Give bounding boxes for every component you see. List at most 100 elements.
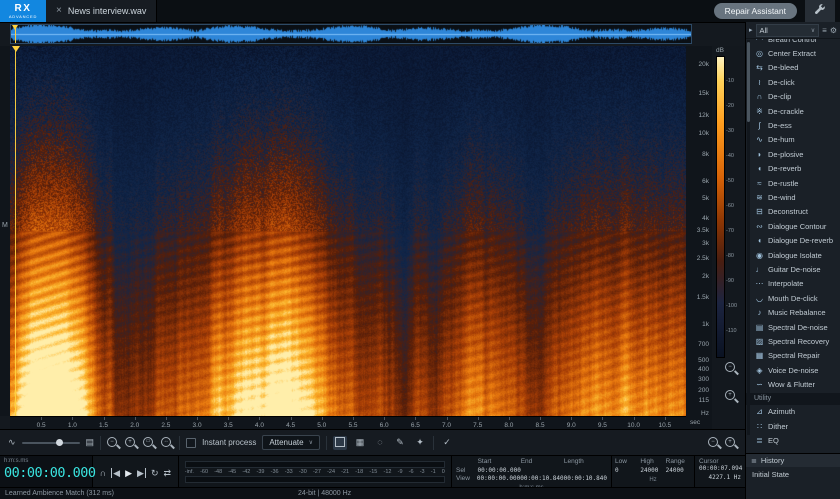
module-settings-icon[interactable]: ⚙	[830, 26, 837, 35]
spectrogram-canvas[interactable]	[10, 46, 686, 416]
playhead-line[interactable]	[15, 46, 16, 416]
meter-tick-label: -12	[384, 469, 392, 475]
module-item-label: Voice De-noise	[768, 366, 818, 375]
module-item-de-bleed[interactable]: ⇆De-bleed	[752, 61, 840, 75]
module-item-dialogue-isolate[interactable]: ◉Dialogue Isolate	[752, 248, 840, 262]
time-tick	[509, 417, 510, 420]
divider	[433, 436, 434, 450]
module-item-de-clip[interactable]: ∩De-clip	[752, 90, 840, 104]
module-item-de-hum[interactable]: ∿De-hum	[752, 133, 840, 147]
preview-arrow-icon[interactable]: ▸	[749, 26, 753, 34]
module-item-dialogue-contour[interactable]: ∾Dialogue Contour	[752, 219, 840, 233]
transport-play-button[interactable]: ▶	[124, 464, 133, 479]
module-item-breath-control[interactable]: ◠Breath Control	[752, 39, 840, 46]
vertical-zoom-out-button[interactable]: −	[725, 362, 737, 374]
module-item-de-plosive[interactable]: ◗De-plosive	[752, 147, 840, 161]
spectrogram-view[interactable]	[10, 46, 686, 416]
db-tick-label: -40	[726, 153, 734, 159]
divider	[326, 436, 327, 450]
dither-icon: ∷	[755, 422, 764, 431]
transport-skip-to-end-button[interactable]: ▶	[136, 464, 147, 479]
tab-close-icon[interactable]: ×	[56, 6, 62, 16]
lasso-selection-tool[interactable]: ◌	[373, 436, 387, 450]
process-mode-dropdown[interactable]: Attenuate ∨	[262, 435, 320, 450]
apply-check-button[interactable]: ✓	[440, 436, 454, 450]
horizontal-zoom-out-button[interactable]: −	[708, 437, 720, 449]
vertical-zoom-in-button[interactable]: +	[725, 390, 737, 402]
module-item-center-extract[interactable]: ◎Center Extract	[752, 46, 840, 60]
toolbar: ∿ ▤ − + ▭ ↔ Instant process Attenuate ∨ …	[0, 429, 745, 455]
time-label: 0.5	[31, 422, 51, 429]
history-header[interactable]: ≣ History	[746, 454, 840, 467]
module-item-de-reverb[interactable]: ◖De-reverb	[752, 162, 840, 176]
transport-monitor-button[interactable]: ∩	[99, 464, 107, 479]
file-tab[interactable]: × News interview.wav	[46, 0, 157, 22]
module-item-label: Breath Control	[768, 39, 816, 44]
meter-tick-label: -15	[369, 469, 377, 475]
module-item-deconstruct[interactable]: ⊟Deconstruct	[752, 205, 840, 219]
module-list-icon[interactable]: ≡	[822, 26, 827, 35]
transport-link-button[interactable]: ⇄	[162, 464, 172, 479]
time-ruler[interactable]: 0.51.01.52.02.53.03.54.04.55.05.56.06.57…	[10, 416, 686, 430]
repair-assistant-button[interactable]: Repair Assistant	[714, 3, 797, 19]
overview-playhead-marker-icon	[12, 25, 18, 33]
time-tick	[166, 417, 167, 420]
freq-label: 500	[698, 357, 709, 364]
time-label: 9.0	[561, 422, 581, 429]
module-item-de-wind[interactable]: ≋De-wind	[752, 190, 840, 204]
module-item-mouth-de-click[interactable]: ◡Mouth De-click	[752, 291, 840, 305]
magic-wand-tool[interactable]: ✦	[413, 436, 427, 450]
slider-thumb[interactable]	[56, 439, 63, 446]
module-item-azimuth[interactable]: ⊿Azimuth	[752, 405, 840, 419]
amplitude-colorbar[interactable]: dB -10-20-30-40-50-60-70-80-90-100-110 −…	[712, 46, 745, 429]
module-item-de-click[interactable]: ≀De-click	[752, 75, 840, 89]
overview-waveform[interactable]	[10, 24, 692, 44]
history-item[interactable]: Initial State	[746, 467, 840, 482]
zoom-selection-button[interactable]: ▭	[143, 437, 155, 449]
time-selection-tool[interactable]	[333, 436, 347, 450]
selection-header: Length	[564, 458, 607, 467]
tools-menu-button[interactable]	[805, 0, 835, 22]
db-tick-label: -60	[726, 203, 734, 209]
time-tick	[540, 417, 541, 420]
module-item-eq[interactable]: ≣EQ	[752, 434, 840, 448]
transport-loop-button[interactable]: ↻	[150, 464, 160, 479]
chevron-down-icon: ∨	[811, 27, 815, 34]
module-item-music-rebalance[interactable]: ♪Music Rebalance	[752, 305, 840, 319]
freq-label: 700	[698, 341, 709, 348]
horizontal-zoom-in-button[interactable]: +	[725, 437, 737, 449]
overview-waveform-canvas[interactable]	[11, 25, 691, 43]
module-item-de-crackle[interactable]: ※De-crackle	[752, 104, 840, 118]
module-item-spectral-repair[interactable]: ▦Spectral Repair	[752, 349, 840, 363]
titlebar: RX ADVANCED × News interview.wav Repair …	[0, 0, 840, 23]
module-item-voice-de-noise[interactable]: ◈Voice De-noise	[752, 363, 840, 377]
module-item-guitar-de-noise[interactable]: ♩Guitar De-noise	[752, 262, 840, 276]
time-frequency-selection-tool[interactable]: ▦	[353, 436, 367, 450]
deconstruct-icon: ⊟	[755, 207, 764, 216]
module-item-spectral-de-noise[interactable]: ▤Spectral De-noise	[752, 320, 840, 334]
meter-scale: -inf.-60-48-45-42-39-36-33-30-27-24-21-1…	[185, 469, 445, 475]
brush-selection-tool[interactable]: ✎	[393, 436, 407, 450]
colorbar-gradient[interactable]	[716, 56, 725, 358]
module-filter-dropdown[interactable]: All ∨	[756, 24, 820, 37]
module-item-interpolate[interactable]: ⋯Interpolate	[752, 277, 840, 291]
module-item-dither[interactable]: ∷Dither	[752, 419, 840, 433]
time-tick	[634, 417, 635, 420]
spectrogram-opacity-slider[interactable]	[22, 438, 80, 448]
instant-process-checkbox[interactable]	[186, 438, 196, 448]
frequency-ruler[interactable]: Hz 20k15k12k10k8k6k5k4k3.5k3k2.5k2k1.5k1…	[686, 46, 712, 429]
module-item-spectral-recovery[interactable]: ▨Spectral Recovery	[752, 334, 840, 348]
zoom-in-button[interactable]: +	[125, 437, 137, 449]
module-item-wow-flutter[interactable]: ∽Wow & Flutter	[752, 377, 840, 391]
module-item-label: De-ess	[768, 121, 792, 130]
module-item-dialogue-de-reverb[interactable]: ◖Dialogue De-reverb	[752, 233, 840, 247]
module-item-de-rustle[interactable]: ≈De-rustle	[752, 176, 840, 190]
transport-skip-to-start-button[interactable]: ◀	[110, 464, 121, 479]
module-item-de-ess[interactable]: ∫De-ess	[752, 118, 840, 132]
freq-label: 4k	[702, 215, 709, 222]
time-tick	[602, 417, 603, 420]
module-scrollbar-thumb[interactable]	[747, 42, 750, 122]
de-rustle-icon: ≈	[755, 179, 764, 188]
zoom-out-button[interactable]: −	[107, 437, 119, 449]
zoom-fit-button[interactable]: ↔	[161, 437, 173, 449]
